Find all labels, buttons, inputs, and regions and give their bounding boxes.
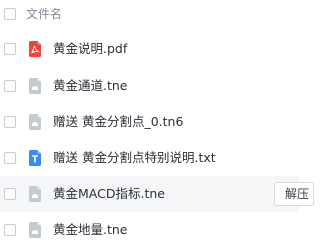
file-row[interactable]: 黄金说明.pdf	[0, 31, 299, 67]
text-file-icon	[28, 150, 42, 166]
generic-file-icon	[28, 222, 42, 238]
row-checkbox[interactable]	[4, 116, 16, 128]
file-row[interactable]: 黄金通道.tne	[0, 68, 299, 104]
row-checkbox[interactable]	[4, 80, 16, 92]
file-row[interactable]: 赠送 黄金分割点_0.tn6	[0, 104, 299, 140]
generic-file-icon	[28, 186, 42, 202]
file-list-header: 文件名	[0, 0, 299, 28]
column-header-filename: 文件名	[26, 7, 63, 21]
row-checkbox[interactable]	[4, 188, 16, 200]
select-all-checkbox[interactable]	[4, 8, 16, 20]
file-name: 黄金通道.tne	[53, 78, 128, 93]
file-name: 黄金地量.tne	[53, 222, 128, 237]
file-name: 赠送 黄金分割点_0.tn6	[53, 114, 184, 129]
row-checkbox[interactable]	[4, 43, 16, 55]
file-row[interactable]: 赠送 黄金分割点特别说明.txt	[0, 140, 299, 176]
file-name: 赠送 黄金分割点特别说明.txt	[53, 150, 216, 165]
generic-file-icon	[28, 78, 42, 94]
file-list: 文件名 黄金说明.pdf 黄金通道.tne 赠送 黄金分割点_0.tn6 赠送 …	[0, 0, 314, 249]
row-checkbox[interactable]	[4, 152, 16, 164]
generic-file-icon	[28, 114, 42, 130]
file-name: 黄金说明.pdf	[53, 41, 128, 56]
file-name: 黄金MACD指标.tne	[53, 186, 165, 201]
row-checkbox[interactable]	[4, 224, 16, 236]
pdf-file-icon	[28, 41, 42, 57]
file-row[interactable]: 黄金地量.tne	[0, 212, 299, 248]
unzip-button[interactable]: 解压	[274, 182, 314, 206]
file-row[interactable]: 黄金MACD指标.tne 解压	[0, 176, 314, 212]
